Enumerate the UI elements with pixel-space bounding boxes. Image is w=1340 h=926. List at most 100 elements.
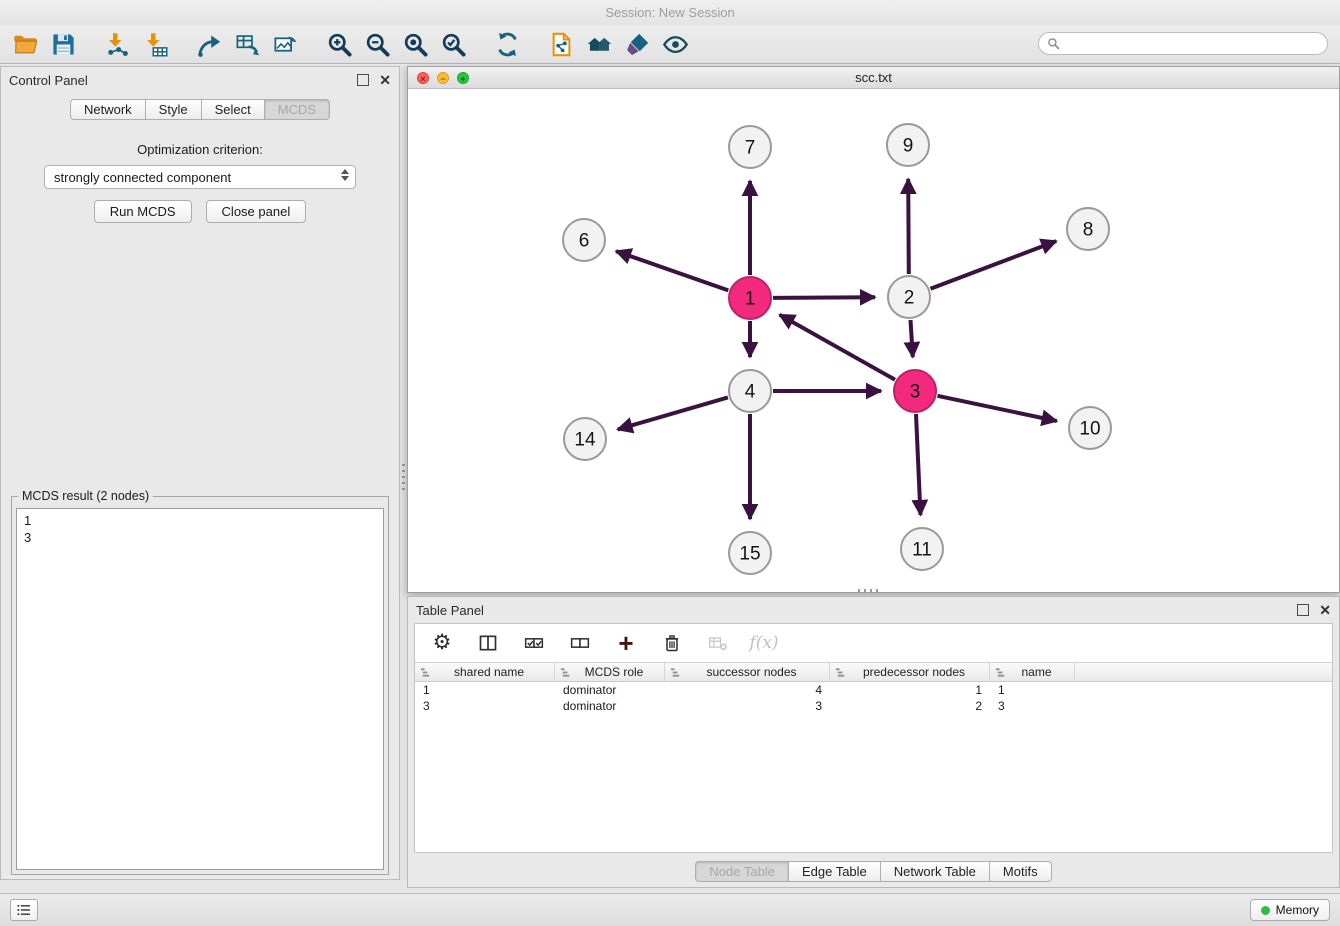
mcds-result-list[interactable]: 1 3 <box>16 508 384 870</box>
select-all-columns-button[interactable] <box>521 630 547 656</box>
zoom-selected-button[interactable] <box>434 27 472 61</box>
graph-node-15[interactable]: 15 <box>729 532 771 574</box>
tab-network-table[interactable]: Network Table <box>880 861 990 882</box>
import-table-icon <box>142 31 169 58</box>
graph-node-1[interactable]: 1 <box>729 277 771 319</box>
graph-node-9[interactable]: 9 <box>887 124 929 166</box>
horizontal-splitter-grip[interactable] <box>858 589 880 593</box>
table-cell[interactable]: dominator <box>555 682 665 698</box>
graph-node-3[interactable]: 3 <box>894 370 936 412</box>
float-table-panel-button[interactable] <box>1297 604 1309 616</box>
import-network-button[interactable] <box>98 27 136 61</box>
tab-motifs[interactable]: Motifs <box>989 861 1052 882</box>
edge-2-3[interactable] <box>911 320 913 357</box>
table-cell[interactable]: 3 <box>415 698 555 714</box>
graph-node-2[interactable]: 2 <box>888 276 930 318</box>
tab-network[interactable]: Network <box>70 99 146 120</box>
memory-label: Memory <box>1276 903 1319 917</box>
table-cell[interactable]: 1 <box>415 682 555 698</box>
home-button[interactable] <box>580 27 618 61</box>
network-window-titlebar[interactable]: × − + scc.txt <box>408 67 1339 89</box>
new-network-button[interactable] <box>190 27 228 61</box>
close-window-button[interactable]: × <box>417 72 429 84</box>
trash-icon <box>662 633 682 653</box>
create-column-button[interactable]: + <box>613 630 639 656</box>
open-session-button[interactable] <box>6 27 44 61</box>
close-panel-button[interactable]: ✕ <box>379 74 391 86</box>
edge-1-6[interactable] <box>616 251 728 290</box>
zoom-in-button[interactable] <box>320 27 358 61</box>
table-cell[interactable]: dominator <box>555 698 665 714</box>
first-neighbors-button[interactable] <box>542 27 580 61</box>
unselect-all-columns-button[interactable] <box>567 630 593 656</box>
export-image-button[interactable] <box>266 27 304 61</box>
show-hide-button[interactable] <box>656 27 694 61</box>
graph-node-4[interactable]: 4 <box>729 370 771 412</box>
table-row[interactable]: 3dominator323 <box>415 698 1332 714</box>
save-session-button[interactable] <box>44 27 82 61</box>
mcds-result-group: MCDS result (2 nodes) 1 3 <box>11 496 389 875</box>
window-titlebar[interactable]: Session: New Session <box>0 0 1340 25</box>
show-columns-button[interactable] <box>475 630 501 656</box>
tab-style[interactable]: Style <box>145 99 202 120</box>
vertical-splitter[interactable] <box>400 66 407 880</box>
zoom-window-button[interactable]: + <box>457 72 469 84</box>
apply-layout-button[interactable] <box>488 27 526 61</box>
column-header-predecessor-nodes[interactable]: predecessor nodes <box>830 663 990 681</box>
graph-node-10[interactable]: 10 <box>1069 407 1111 449</box>
style-brush-button[interactable] <box>618 27 656 61</box>
zoom-fit-button[interactable] <box>396 27 434 61</box>
edge-2-9[interactable] <box>908 179 909 274</box>
network-table-button[interactable] <box>228 27 266 61</box>
edge-3-11[interactable] <box>916 414 921 515</box>
graph-node-6[interactable]: 6 <box>563 219 605 261</box>
search-icon <box>1047 37 1060 50</box>
table-cell[interactable]: 3 <box>990 698 1075 714</box>
table-cell[interactable]: 2 <box>830 698 990 714</box>
network-canvas[interactable]: 7 9 6 8 1 2 4 3 14 10 15 11 <box>408 89 1339 592</box>
column-header-successor-nodes[interactable]: successor nodes <box>665 663 830 681</box>
close-table-panel-button[interactable]: ✕ <box>1319 604 1331 616</box>
edge-2-8[interactable] <box>931 241 1057 289</box>
edge-4-14[interactable] <box>618 397 728 429</box>
tab-node-table[interactable]: Node Table <box>695 861 789 882</box>
column-header-shared-name[interactable]: shared name <box>415 663 555 681</box>
task-history-button[interactable] <box>10 899 38 921</box>
edge-1-2[interactable] <box>773 297 875 298</box>
table-cell[interactable]: 1 <box>990 682 1075 698</box>
run-mcds-button[interactable]: Run MCDS <box>94 200 192 223</box>
function-builder-button-disabled: f(x) <box>751 630 777 656</box>
search-input[interactable] <box>1065 36 1319 52</box>
graph-node-7[interactable]: 7 <box>729 126 771 168</box>
zoom-out-button[interactable] <box>358 27 396 61</box>
tab-mcds[interactable]: MCDS <box>264 99 330 120</box>
criterion-select[interactable]: strongly connected component <box>44 165 356 189</box>
table-row[interactable]: 1dominator411 <box>415 682 1332 698</box>
zoom-out-icon <box>364 31 391 58</box>
float-panel-button[interactable] <box>357 74 369 86</box>
column-header-name[interactable]: name <box>990 663 1075 681</box>
save-icon <box>50 31 77 58</box>
column-header-mcds-role[interactable]: MCDS role <box>555 663 665 681</box>
table-cell[interactable]: 1 <box>830 682 990 698</box>
search-box[interactable] <box>1038 32 1328 55</box>
close-panel-button-mcds[interactable]: Close panel <box>206 200 307 223</box>
edge-3-10[interactable] <box>938 396 1057 421</box>
status-bar: Memory <box>0 893 1340 926</box>
optimization-criterion-label: Optimization criterion: <box>1 142 399 157</box>
table-cell[interactable]: 4 <box>665 682 830 698</box>
table-cell[interactable]: 3 <box>665 698 830 714</box>
minimize-window-button[interactable]: − <box>437 72 449 84</box>
table-settings-button[interactable]: ⚙ <box>429 630 455 656</box>
graph-node-11[interactable]: 11 <box>901 528 943 570</box>
memory-button[interactable]: Memory <box>1250 899 1330 921</box>
tab-edge-table[interactable]: Edge Table <box>788 861 881 882</box>
delete-column-button[interactable] <box>659 630 685 656</box>
tab-select[interactable]: Select <box>201 99 265 120</box>
column-sort-icon <box>670 667 681 678</box>
import-table-button[interactable] <box>136 27 174 61</box>
unselect-all-icon <box>570 633 590 653</box>
edge-3-1[interactable] <box>780 315 895 380</box>
graph-node-14[interactable]: 14 <box>564 418 606 460</box>
graph-node-8[interactable]: 8 <box>1067 208 1109 250</box>
